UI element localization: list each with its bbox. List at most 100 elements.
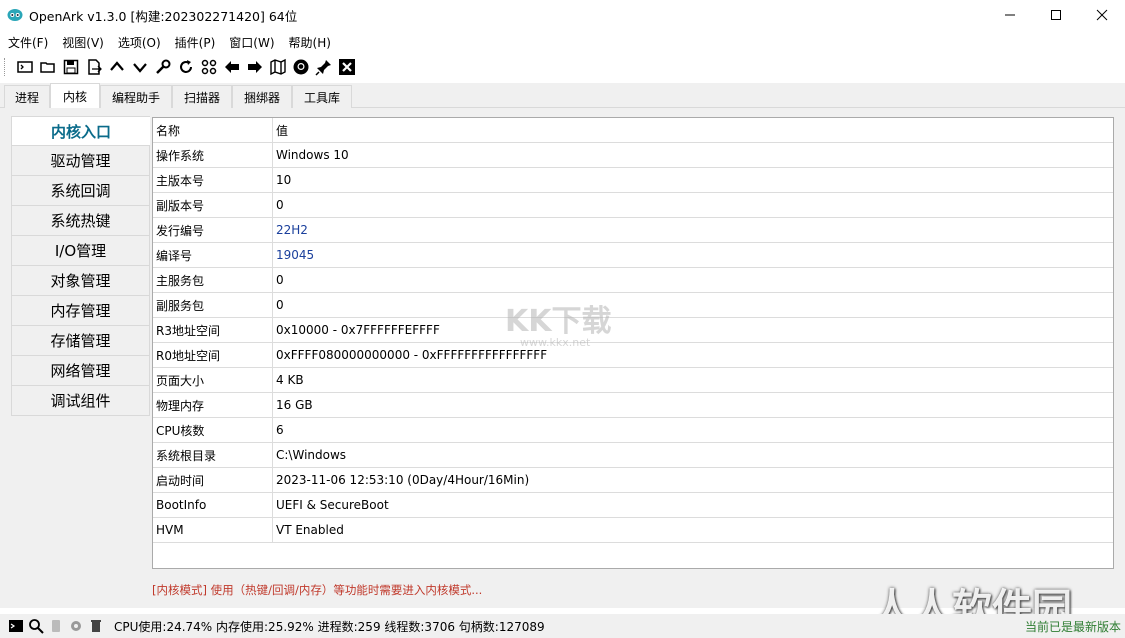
grid-view-button[interactable] — [198, 56, 220, 78]
row-value: 0 — [276, 298, 284, 312]
arrow-right-icon — [248, 61, 262, 73]
version-status[interactable]: 当前已是最新版本 — [1025, 618, 1121, 635]
sidebar-item-storage-manager[interactable]: 存储管理 — [11, 326, 150, 356]
table-row[interactable]: 主版本号 10 — [153, 168, 1113, 193]
table-row[interactable]: 发行编号 22H2 — [153, 218, 1113, 243]
sidebar-item-debug-components[interactable]: 调试组件 — [11, 386, 150, 416]
openark-logo-icon — [7, 9, 23, 21]
row-value: 19045 — [276, 248, 315, 262]
column-header-value[interactable]: 值 — [273, 118, 1113, 142]
grid-icon — [201, 59, 217, 75]
close-button[interactable] — [1079, 0, 1125, 30]
back-button[interactable] — [221, 56, 243, 78]
kernel-sidebar: 内核入口 驱动管理 系统回调 系统热键 I/O管理 对象管理 内存管理 存储管理… — [11, 116, 150, 416]
row-value: 16 GB — [276, 398, 313, 412]
table-row[interactable]: 物理内存 16 GB — [153, 393, 1113, 418]
row-key: 副服务包 — [153, 293, 273, 317]
table-row[interactable]: R0地址空间 0xFFFF080000000000 - 0xFFFFFFFFFFF… — [153, 343, 1113, 368]
table-row[interactable]: 启动时间 2023-11-06 12:53:10 (0Day/4Hour/16Mi… — [153, 468, 1113, 493]
search-status-button[interactable] — [26, 616, 46, 636]
kernel-panel: 内核入口 驱动管理 系统回调 系统热键 I/O管理 对象管理 内存管理 存储管理… — [0, 108, 1125, 608]
pin-button[interactable] — [313, 56, 335, 78]
menu-window[interactable]: 窗口(W) — [225, 34, 278, 51]
row-key: R3地址空间 — [153, 318, 273, 342]
map-button[interactable] — [267, 56, 289, 78]
table-row[interactable]: R3地址空间 0x10000 - 0x7FFFFFFEFFFF — [153, 318, 1113, 343]
tab-toolkit[interactable]: 工具库 — [292, 85, 352, 108]
table-row[interactable]: 副版本号 0 — [153, 193, 1113, 218]
system-stats: CPU使用:24.74% 内存使用:25.92% 进程数:259 线程数:370… — [114, 619, 545, 634]
table-row[interactable]: 系统根目录 C:\Windows — [153, 443, 1113, 468]
row-key: 系统根目录 — [153, 443, 273, 467]
sidebar-item-memory-manager[interactable]: 内存管理 — [11, 296, 150, 326]
console-icon — [17, 61, 33, 73]
forward-button[interactable] — [244, 56, 266, 78]
column-header-name[interactable]: 名称 — [153, 118, 273, 142]
row-value: 0xFFFF080000000000 - 0xFFFFFFFFFFFFFFFF — [276, 348, 548, 362]
move-down-button[interactable] — [129, 56, 151, 78]
chip-icon — [52, 620, 60, 632]
close-box-icon — [339, 59, 355, 75]
export-button[interactable] — [83, 56, 105, 78]
row-key: 主版本号 — [153, 168, 273, 192]
gear-status-button[interactable] — [66, 616, 86, 636]
sidebar-item-io-manager[interactable]: I/O管理 — [11, 236, 150, 266]
row-key: HVM — [153, 518, 273, 542]
console-status-button[interactable] — [6, 616, 26, 636]
tab-bundler[interactable]: 捆绑器 — [232, 85, 292, 108]
move-up-button[interactable] — [106, 56, 128, 78]
tab-process[interactable]: 进程 — [4, 85, 50, 108]
device-status-button[interactable] — [46, 616, 66, 636]
menu-view[interactable]: 视图(V) — [58, 34, 108, 51]
kernel-mode-notice: [内核模式] 使用（热键/回调/内存）等功能时需要进入内核模式... — [152, 583, 483, 597]
settings-button[interactable] — [152, 56, 174, 78]
save-button[interactable] — [60, 56, 82, 78]
menu-options[interactable]: 选项(O) — [114, 34, 165, 51]
console-button[interactable] — [14, 56, 36, 78]
table-row[interactable]: BootInfo UEFI & SecureBoot — [153, 493, 1113, 518]
table-row[interactable]: 页面大小 4 KB — [153, 368, 1113, 393]
row-key: 操作系统 — [153, 143, 273, 167]
table-row[interactable]: HVM VT Enabled — [153, 518, 1113, 543]
sidebar-item-object-manager[interactable]: 对象管理 — [11, 266, 150, 296]
open-button[interactable] — [37, 56, 59, 78]
table-row[interactable]: 副服务包 0 — [153, 293, 1113, 318]
github-button[interactable] — [290, 56, 312, 78]
minimize-button[interactable] — [987, 0, 1033, 30]
menu-plugins[interactable]: 插件(P) — [171, 34, 220, 51]
tab-coding-assistant[interactable]: 编程助手 — [100, 85, 172, 108]
sidebar-item-network-manager[interactable]: 网络管理 — [11, 356, 150, 386]
chevron-down-icon — [133, 63, 147, 73]
sidebar-item-system-callbacks[interactable]: 系统回调 — [11, 176, 150, 206]
trash-icon — [91, 620, 101, 632]
table-row[interactable]: 编译号 19045 — [153, 243, 1113, 268]
sidebar-item-system-hotkeys[interactable]: 系统热键 — [11, 206, 150, 236]
table-header-row: 名称 值 — [153, 118, 1113, 143]
save-icon — [63, 59, 79, 75]
row-key: 编译号 — [153, 243, 273, 267]
kernel-info-table: 名称 值 操作系统 Windows 10 主版本号 10 副版本号 0 发行编号 22H… — [152, 117, 1114, 569]
refresh-button[interactable] — [175, 56, 197, 78]
tab-scanner[interactable]: 扫描器 — [172, 85, 232, 108]
tab-kernel[interactable]: 内核 — [50, 83, 100, 109]
table-row[interactable]: 操作系统 Windows 10 — [153, 143, 1113, 168]
toolbar-grip[interactable] — [4, 58, 8, 76]
row-value: 0 — [276, 273, 284, 287]
row-key: 启动时间 — [153, 468, 273, 492]
table-row[interactable]: 主服务包 0 — [153, 268, 1113, 293]
sidebar-item-driver-manager[interactable]: 驱动管理 — [11, 146, 150, 176]
tab-bar: 进程 内核 编程助手 扫描器 捆绑器 工具库 — [0, 83, 1125, 109]
table-row[interactable]: CPU核数 6 — [153, 418, 1113, 443]
row-value: 0x10000 - 0x7FFFFFFEFFFF — [276, 323, 440, 337]
trash-status-button[interactable] — [86, 616, 106, 636]
menu-file[interactable]: 文件(F) — [4, 34, 52, 51]
kk-url-watermark: www.kkx.net — [520, 336, 591, 349]
pin-icon — [315, 60, 331, 76]
exit-button[interactable] — [336, 56, 358, 78]
sidebar-item-kernel-entry[interactable]: 内核入口 — [11, 116, 150, 146]
row-value: 22H2 — [276, 223, 308, 237]
maximize-button[interactable] — [1033, 0, 1079, 30]
row-value: UEFI & SecureBoot — [276, 498, 389, 512]
kk-watermark: KK下载 — [505, 304, 612, 339]
menu-help[interactable]: 帮助(H) — [285, 34, 335, 51]
